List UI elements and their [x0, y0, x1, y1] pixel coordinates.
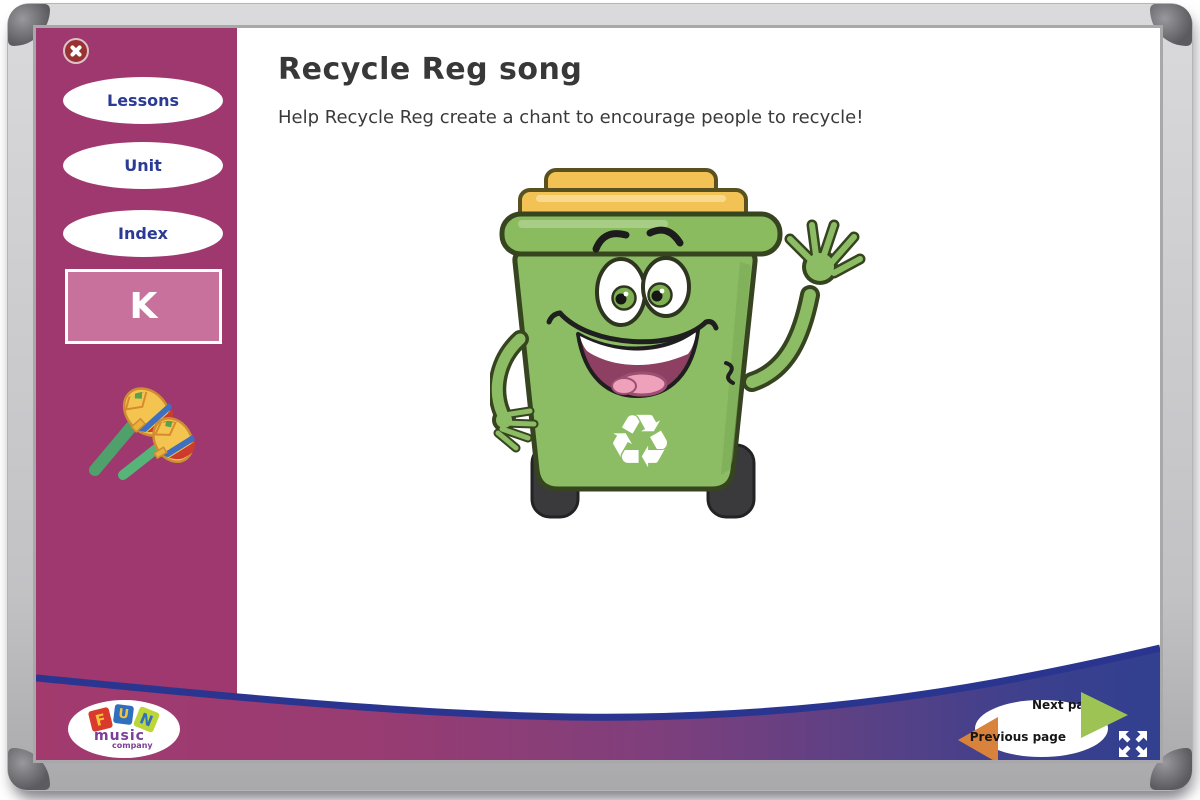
previous-page-button[interactable]: Previous page	[958, 716, 1066, 760]
footer: F U N music company Next page	[36, 632, 1160, 760]
previous-page-label: Previous page	[970, 730, 1066, 744]
close-button[interactable]	[63, 38, 89, 64]
fullscreen-expand-icon	[1116, 728, 1150, 760]
recycle-bin-mascot: ♻	[490, 167, 880, 522]
logo-block-u: U	[113, 704, 134, 725]
page-title: Recycle Reg song	[278, 52, 582, 87]
maracas-icon	[75, 378, 200, 483]
recycle-symbol-icon: ♻	[607, 399, 673, 485]
grade-k-button[interactable]: K	[65, 269, 222, 344]
sidebar-button-lessons[interactable]: Lessons	[63, 77, 223, 124]
sidebar-button-unit[interactable]: Unit	[63, 142, 223, 189]
board-frame: Lessons Unit Index K	[8, 4, 1192, 790]
close-icon	[69, 44, 83, 58]
page-subtitle: Help Recycle Reg create a chant to encou…	[278, 107, 863, 128]
logo-company-text: company	[112, 741, 153, 750]
sidebar-button-index[interactable]: Index	[63, 210, 223, 257]
lesson-canvas: Lessons Unit Index K	[36, 28, 1160, 760]
fun-music-logo: F U N music company	[68, 700, 180, 758]
app-window: Lessons Unit Index K	[0, 0, 1200, 800]
fullscreen-button[interactable]	[1116, 728, 1150, 760]
